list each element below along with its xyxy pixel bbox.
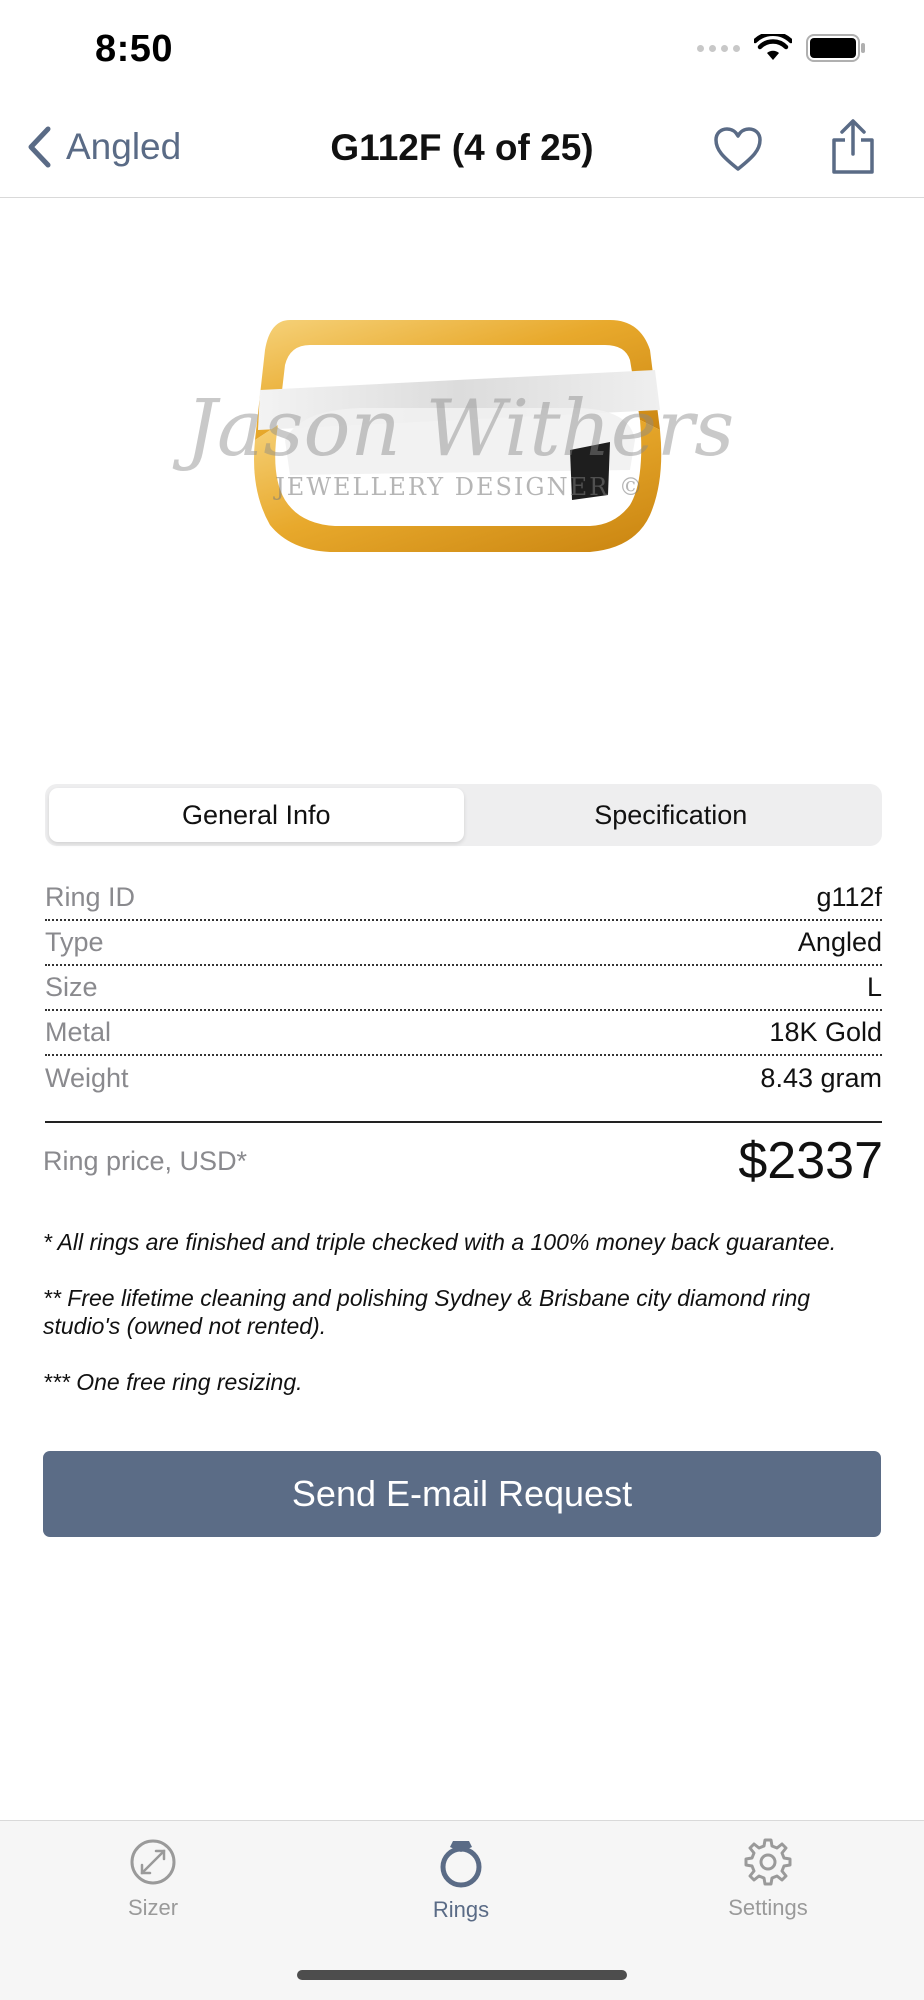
- send-email-request-button[interactable]: Send E-mail Request: [43, 1451, 881, 1537]
- watermark-subtitle: JEWELLERY DESIGNER ©: [272, 473, 645, 501]
- detail-label: Size: [45, 972, 98, 1002]
- watermark-name: Jason Withers: [172, 384, 735, 474]
- navigation-bar: Angled G112F (4 of 25): [0, 100, 924, 198]
- tab-settings[interactable]: Settings: [678, 1837, 858, 1921]
- ring-details-list: Ring ID g112f Type Angled Size L Metal 1…: [45, 876, 882, 1101]
- chevron-left-icon: [28, 126, 51, 168]
- detail-row-type: Type Angled: [45, 921, 882, 966]
- detail-label: Metal: [45, 1017, 112, 1047]
- cellular-signal-icon: [697, 44, 740, 52]
- note-resizing: *** One free ring resizing.: [43, 1369, 303, 1395]
- sizer-icon: [130, 1839, 176, 1885]
- detail-value: 8.43 gram: [760, 1063, 882, 1093]
- price-divider: [45, 1121, 882, 1123]
- price-row: Ring price, USD* $2337: [43, 1130, 883, 1192]
- guarantee-notes: * All rings are finished and triple chec…: [43, 1228, 883, 1424]
- note-cleaning: ** Free lifetime cleaning and polishing …: [43, 1285, 811, 1339]
- back-button-label: Angled: [66, 126, 182, 167]
- detail-row-weight: Weight 8.43 gram: [45, 1056, 882, 1101]
- tab-rings[interactable]: Rings: [371, 1837, 551, 1923]
- status-bar: 8:50: [0, 0, 924, 100]
- segment-general-info[interactable]: General Info: [49, 788, 464, 842]
- segment-specification[interactable]: Specification: [464, 788, 879, 842]
- tab-label: Sizer: [127, 1895, 179, 1920]
- wifi-icon: [754, 34, 792, 60]
- favorite-button[interactable]: [713, 126, 763, 177]
- share-icon: [832, 119, 874, 174]
- detail-row-size: Size L: [45, 966, 882, 1011]
- tab-label: Rings: [432, 1897, 490, 1922]
- status-icons: [697, 34, 866, 62]
- price-value: $2337: [738, 1132, 883, 1190]
- ring-icon: [440, 1841, 482, 1888]
- back-button[interactable]: Angled: [26, 126, 181, 168]
- heart-icon: [714, 127, 762, 171]
- tab-sizer[interactable]: Sizer: [63, 1837, 243, 1921]
- detail-row-metal: Metal 18K Gold: [45, 1011, 882, 1056]
- detail-label: Type: [45, 927, 104, 957]
- home-indicator: [297, 1970, 627, 1980]
- ring-product-image: Jason Withers JEWELLERY DESIGNER ©: [160, 290, 760, 650]
- detail-row-ring-id: Ring ID g112f: [45, 876, 882, 921]
- detail-value: 18K Gold: [769, 1017, 882, 1047]
- status-time: 8:50: [95, 28, 174, 70]
- tab-label: Settings: [728, 1895, 808, 1920]
- battery-icon: [806, 34, 865, 62]
- note-guarantee: * All rings are finished and triple chec…: [43, 1229, 837, 1255]
- share-button[interactable]: [830, 118, 876, 181]
- detail-value: g112f: [816, 882, 882, 912]
- detail-label: Weight: [45, 1063, 129, 1093]
- detail-value: L: [866, 972, 882, 1002]
- detail-label: Ring ID: [45, 882, 136, 912]
- detail-value: Angled: [797, 927, 882, 957]
- gear-icon: [744, 1838, 792, 1886]
- price-label: Ring price, USD*: [43, 1145, 248, 1176]
- info-segmented-control: General Info Specification: [45, 784, 882, 846]
